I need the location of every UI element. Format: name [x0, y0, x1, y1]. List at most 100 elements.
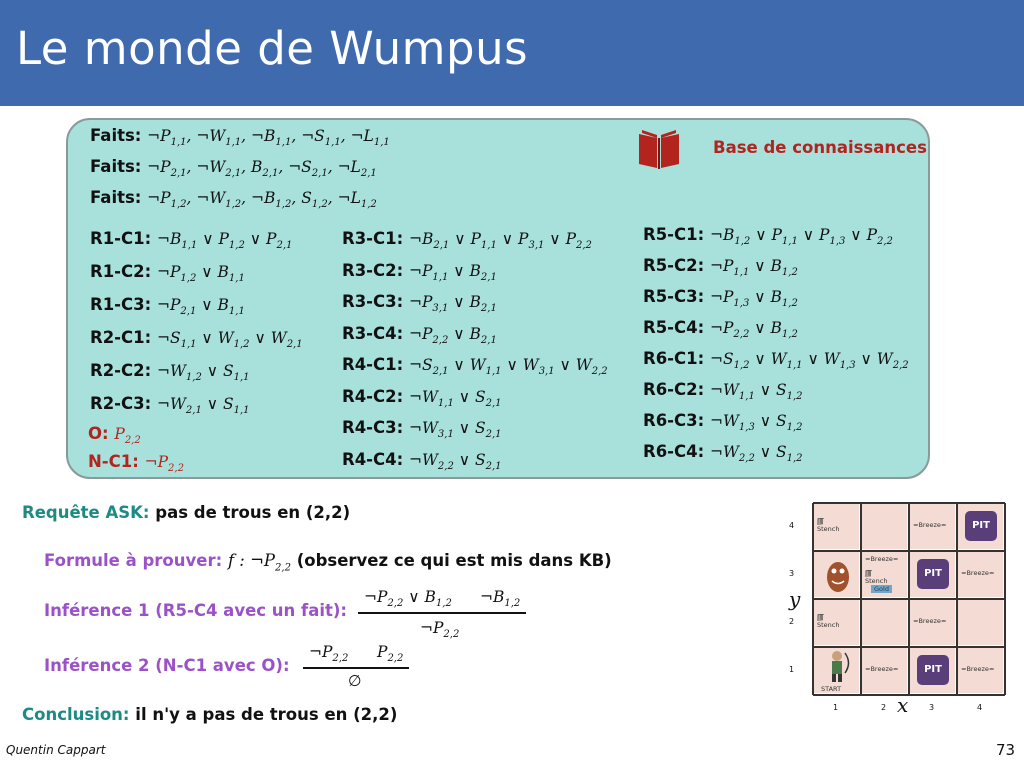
row-formula: ¬W2,2 ∨ S1,2 — [709, 443, 803, 465]
term: ¬B1,2 — [251, 189, 292, 211]
kb-row: Faits: ¬P1,1, ¬W1,1, ¬B1,1, ¬S1,1, ¬L1,1 — [90, 126, 390, 148]
row-label: R5-C4: — [643, 318, 705, 337]
formula-math: f : ¬P2,2 — [227, 551, 291, 573]
row-formula: ¬P2,2 — [145, 453, 184, 474]
grid-line — [908, 503, 910, 695]
row-formula: ¬P1,2 ∨ B1,1 — [156, 263, 245, 285]
row-formula: ¬P2,1 ∨ B1,1 — [156, 296, 245, 318]
row-label: Faits: — [90, 126, 142, 145]
row-formula: ¬S1,1 ∨ W1,2 ∨ W2,1 — [156, 329, 303, 351]
inference2-bar — [303, 667, 409, 669]
row-label: O: — [88, 424, 109, 443]
stench-label: ʃʃʃʃʃ Stench — [865, 569, 888, 585]
kb-row: R3-C4: ¬P2,2 ∨ B2,1 — [342, 324, 497, 346]
row-formula: ¬P1,1 ∨ B1,2 — [709, 257, 798, 279]
term: ¬L1,1 — [350, 127, 390, 149]
gold-label: Gold — [871, 585, 892, 593]
term: ¬P3,1 — [408, 293, 449, 315]
row-formula: ¬B1,1 ∨ P1,2 ∨ P2,1 — [156, 230, 293, 252]
slide-title: Le monde de Wumpus — [16, 22, 529, 75]
kb-row: R5-C4: ¬P2,2 ∨ B1,2 — [643, 318, 798, 340]
term: P1,3 — [819, 226, 846, 248]
kb-row: R4-C1: ¬S2,1 ∨ W1,1 ∨ W3,1 ∨ W2,2 — [342, 355, 608, 377]
inference2-premise-a: ¬P2,2 — [309, 643, 349, 665]
term: S1,2 — [301, 189, 328, 211]
term: ¬W2,1 — [156, 395, 202, 417]
row-label: R3-C3: — [342, 292, 404, 311]
term: ¬P1,1 — [408, 261, 449, 283]
grid-cell — [957, 599, 1003, 645]
term: ¬S1,1 — [301, 127, 341, 149]
row-label: R5-C1: — [643, 225, 705, 244]
pit-marker: PIT — [917, 655, 949, 685]
term: B2,1 — [469, 261, 497, 283]
term: ¬P2,2 — [408, 324, 449, 346]
term: ¬P2,2 — [709, 319, 750, 341]
term: ¬W1,1 — [196, 127, 242, 149]
agent-icon — [825, 649, 853, 685]
term: P2,1 — [266, 230, 293, 252]
row-formula: ¬P1,1, ¬W1,1, ¬B1,1, ¬S1,1, ¬L1,1 — [147, 127, 390, 149]
term: ¬W2,2 — [408, 450, 454, 472]
row-label: R2-C3: — [90, 394, 152, 413]
row-formula: ¬P2,2 ∨ B2,1 — [408, 324, 497, 346]
term: P3,1 — [518, 230, 545, 252]
start-label: START — [821, 685, 842, 693]
term: ¬L2,1 — [337, 158, 377, 180]
term: ¬W3,1 — [408, 419, 454, 441]
x-tick: 1 — [833, 703, 839, 712]
row-formula: ¬B1,2 ∨ P1,1 ∨ P1,3 ∨ P2,2 — [709, 226, 893, 248]
breeze-label: ≈Breeze≈ — [961, 665, 995, 673]
inference1-premise-a: ¬P2,2 ∨ B1,2 — [364, 588, 452, 610]
term: ¬W1,1 — [709, 381, 755, 403]
row-formula: ¬W3,1 ∨ S2,1 — [408, 419, 502, 441]
conclusion-label: Conclusion: — [22, 705, 130, 724]
x-axis-label: x — [897, 693, 909, 717]
formula-text: (observez ce qui est mis dans KB) — [296, 551, 612, 570]
wumpus-icon — [825, 557, 851, 595]
term: ¬S1,2 — [709, 350, 750, 372]
conclusion-line: Conclusion: il n'y a pas de trous en (2,… — [22, 705, 397, 724]
x-tick: 4 — [977, 703, 983, 712]
term: S1,2 — [776, 412, 803, 434]
row-label: R2-C2: — [90, 361, 152, 380]
row-label: R5-C3: — [643, 287, 705, 306]
row-label: R1-C1: — [90, 229, 152, 248]
term: W2,1 — [270, 329, 303, 351]
term: W1,1 — [469, 356, 502, 378]
kb-row: R6-C3: ¬W1,3 ∨ S1,2 — [643, 411, 803, 433]
breeze-label: ≈Breeze≈ — [913, 617, 947, 625]
row-label: R3-C4: — [342, 323, 404, 343]
footer-author: Quentin Cappart — [6, 743, 106, 757]
kb-row: R6-C1: ¬S1,2 ∨ W1,1 ∨ W1,3 ∨ W2,2 — [643, 349, 909, 371]
term: ¬W1,1 — [408, 387, 454, 409]
row-label: R4-C3: — [342, 418, 404, 437]
row-formula: ¬W1,1 ∨ S2,1 — [408, 387, 502, 409]
kb-row: R1-C2: ¬P1,2 ∨ B1,1 — [90, 262, 245, 284]
row-label: R6-C4: — [643, 442, 705, 461]
pit-marker: PIT — [965, 511, 997, 541]
kb-row: R3-C1: ¬B2,1 ∨ P1,1 ∨ P3,1 ∨ P2,2 — [342, 229, 592, 251]
formula-math-text: f : ¬P — [227, 551, 276, 570]
grid-line — [813, 646, 1005, 648]
term: ¬W2,2 — [709, 443, 755, 465]
book-icon — [639, 130, 679, 169]
term: W1,3 — [823, 350, 856, 372]
stench-label: ʃʃʃʃʃ Stench — [817, 613, 840, 629]
term: P1,1 — [771, 226, 798, 248]
row-label: Faits: — [90, 157, 142, 176]
query-line: Requête ASK: pas de trous en (2,2) — [22, 503, 350, 522]
row-formula: ¬P1,3 ∨ B1,2 — [709, 288, 798, 310]
term: S1,2 — [776, 381, 803, 403]
term: S1,2 — [776, 443, 803, 465]
kb-row: R5-C3: ¬P1,3 ∨ B1,2 — [643, 287, 798, 309]
row-formula: ¬W1,2 ∨ S1,1 — [156, 362, 250, 384]
conclusion-text: il n'y a pas de trous en (2,2) — [135, 705, 398, 724]
row-formula: ¬S2,1 ∨ W1,1 ∨ W3,1 ∨ W2,2 — [408, 356, 608, 378]
term: ¬S1,1 — [156, 329, 197, 351]
term: ¬B1,1 — [156, 230, 198, 252]
grid-cell — [861, 503, 907, 549]
inference2-label: Inférence 2 (N-C1 avec O): — [44, 656, 290, 675]
x-tick: 2 — [881, 703, 887, 712]
term: ¬S2,1 — [288, 158, 328, 180]
